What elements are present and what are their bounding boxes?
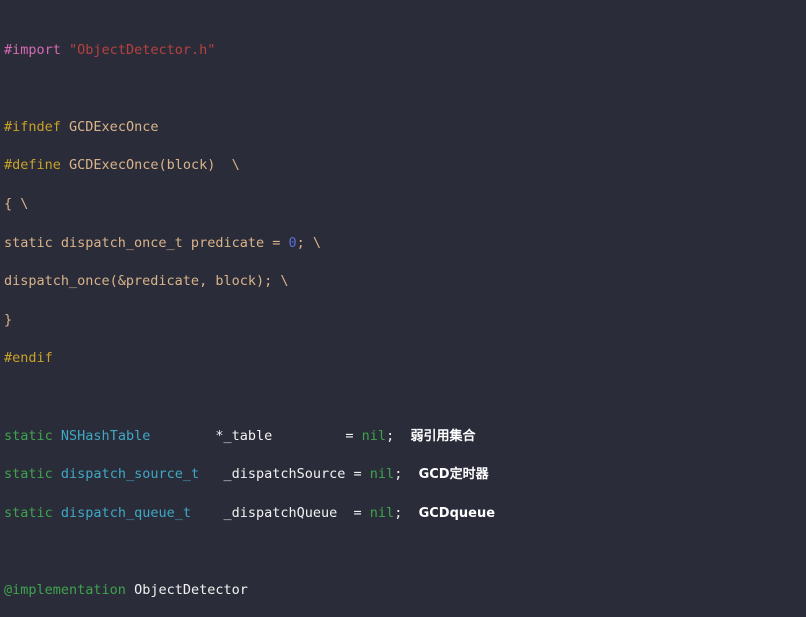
macro-body-open-brace: { \ (4, 195, 29, 212)
nil-literal-queue: nil (369, 504, 395, 521)
code-line-11: static NSHashTable *_table = nil; 弱引用集合 (4, 427, 476, 444)
code-line-8: } (4, 311, 687, 330)
import-path-string: "ObjectDetector.h" (69, 41, 216, 58)
code-line-9: #endif (4, 349, 687, 368)
macro-body-decl-tail: ; \ (296, 234, 322, 251)
macro-body-zero-literal: 0 (288, 234, 297, 251)
static-keyword-table: static (4, 427, 53, 444)
endif-directive-token: #endif (4, 350, 53, 367)
code-line-7: dispatch_once(&predicate, block); \ (4, 272, 687, 291)
macro-name-token: GCDExecOnce (69, 118, 159, 135)
code-line-6: static dispatch_once_t predicate = 0; \ (4, 234, 687, 253)
macro-body-dispatch-once: dispatch_once(&predicate, block); \ (4, 273, 289, 290)
implementation-keyword: @implementation (4, 581, 126, 598)
nil-literal-table: nil (361, 427, 387, 444)
type-dispatch-source-t: dispatch_source_t (60, 466, 200, 483)
code-line-5: { \ (4, 195, 687, 214)
nil-literal-source: nil (369, 466, 395, 483)
code-line-1: #import "ObjectDetector.h" (4, 41, 687, 60)
code-line-15: @implementation ObjectDetector (4, 581, 687, 600)
static-keyword-source: static (4, 466, 53, 483)
var-dispatch-source-decl: _dispatchSource (223, 466, 346, 483)
macro-signature-token: GCDExecOnce(block) (69, 157, 216, 174)
type-nshashtable: NSHashTable (60, 427, 151, 444)
macro-body-close-brace: } (4, 311, 13, 328)
macro-body-static-decl: static dispatch_once_t predicate = (4, 234, 289, 251)
code-line-3: #ifndef GCDExecOnce (4, 118, 687, 137)
ifndef-directive-token: #ifndef (4, 118, 61, 135)
code-line-4: #define GCDExecOnce(block) \ (4, 157, 240, 174)
annotation-source-comment: GCD定时器 (418, 467, 489, 483)
var-table-decl: _table (223, 427, 273, 444)
type-dispatch-queue-t: dispatch_queue_t (60, 504, 191, 521)
source-code-block: #import "ObjectDetector.h" #ifndef GCDEx… (4, 2, 687, 617)
annotation-queue-comment: GCDqueue (418, 505, 496, 521)
code-line-12: static dispatch_source_t _dispatchSource… (4, 466, 489, 483)
annotation-table-comment: 弱引用集合 (410, 428, 476, 444)
code-line-13: static dispatch_queue_t _dispatchQueue =… (4, 504, 496, 521)
var-dispatch-queue-decl: _dispatchQueue (223, 504, 338, 521)
import-directive-token: #import (4, 41, 61, 58)
static-keyword-queue: static (4, 504, 53, 521)
code-editor-surface[interactable]: #import "ObjectDetector.h" #ifndef GCDEx… (0, 0, 806, 617)
define-directive-token: #define (4, 157, 61, 174)
implementation-class-name: ObjectDetector (134, 581, 248, 598)
